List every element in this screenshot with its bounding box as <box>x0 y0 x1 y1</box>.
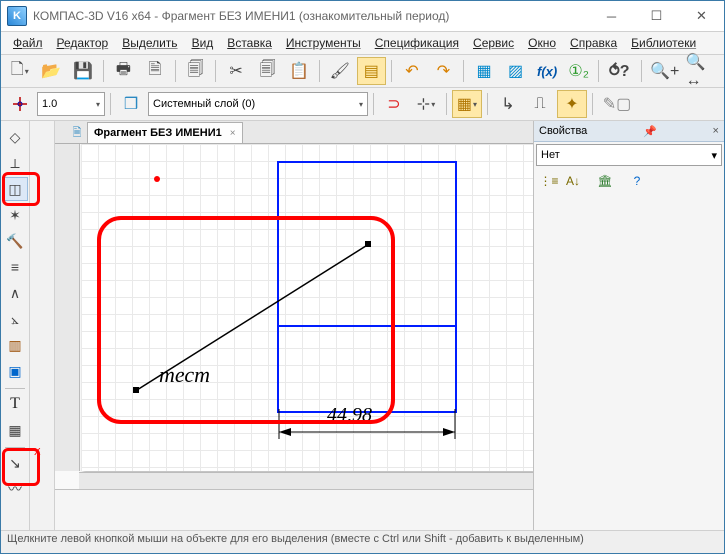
preview-button[interactable]: 🗎 <box>140 57 170 85</box>
angle-icon[interactable]: ⦛ <box>2 307 28 331</box>
command-panel[interactable] <box>55 489 533 530</box>
menu-tools[interactable]: Инструменты <box>280 34 367 52</box>
sort-icon[interactable]: A↓ <box>562 171 584 191</box>
document-tab-bar: 🗎 Фрагмент БЕЗ ИМЕНИ1 × <box>55 121 533 144</box>
fx-button[interactable]: f(x) <box>532 57 562 85</box>
magnet-button[interactable]: ⊃ <box>379 90 409 118</box>
new-button[interactable]: 🗋▾ <box>5 57 35 85</box>
layer-combo[interactable]: Системный слой (0)▾ <box>148 92 368 116</box>
window-title: КОМПАС-3D V16 x64 - Фрагмент БЕЗ ИМЕНИ1 … <box>33 9 589 23</box>
properties-selector[interactable]: Нет▾ <box>536 144 722 166</box>
copy-button[interactable]: 🗐 <box>253 57 283 85</box>
status-bar: Щелкните левой кнопкой мыши на объекте д… <box>1 530 724 553</box>
menu-insert[interactable]: Вставка <box>221 34 278 52</box>
main-area: 🗎 Фрагмент БЕЗ ИМЕНИ1 × <box>55 121 533 530</box>
calc-button[interactable]: ①₂ <box>564 57 594 85</box>
document-tab[interactable]: Фрагмент БЕЗ ИМЕНИ1 × <box>87 122 243 143</box>
open-button[interactable]: 📂 <box>37 57 67 85</box>
highlight-tool-1 <box>2 172 40 206</box>
secondary-toolbar: 1.0▾ ❒ Системный слой (0)▾ ⊃ ⊹▾ ▦▾ ↳ ⎍ ✦… <box>1 88 724 121</box>
measure-icon[interactable]: ∧ <box>2 281 28 305</box>
undo-button[interactable]: ↶ <box>397 57 427 85</box>
properties-header[interactable]: Свойства 📌 × <box>534 121 724 142</box>
menu-help[interactable]: Справка <box>564 34 623 52</box>
maximize-button[interactable]: ☐ <box>634 1 679 31</box>
vars-button[interactable]: ▨ <box>501 57 531 85</box>
properties-toggle[interactable]: ▤ <box>357 57 387 85</box>
panel-close-icon[interactable]: × <box>709 125 719 137</box>
body: ◇ ⟂ ◫ ✶ 🔨 ≡ ∧ ⦛ ▥ ▣ T ▦ ↘ 〰 🗎 <box>1 121 724 530</box>
app-icon: K <box>7 6 27 26</box>
menu-view[interactable]: Вид <box>186 34 220 52</box>
zoom-fit-button[interactable]: 🔍↔ <box>684 57 719 85</box>
app-window: K КОМПАС-3D V16 x64 - Фрагмент БЕЗ ИМЕНИ… <box>0 0 725 554</box>
joints-icon[interactable]: ✶ <box>2 203 28 227</box>
ortho-icon[interactable] <box>5 90 35 118</box>
snap-menu-button[interactable]: ⊹▾ <box>411 90 441 118</box>
edit-icon[interactable]: 🔨 <box>2 229 28 253</box>
library-icon[interactable]: 🏛 <box>594 171 616 191</box>
menu-spec[interactable]: Спецификация <box>369 34 465 52</box>
x-axis-label: X <box>34 447 41 458</box>
help-button[interactable]: ⥀? <box>604 57 634 85</box>
info-icon[interactable]: ? <box>626 171 648 191</box>
title-bar: K КОМПАС-3D V16 x64 - Фрагмент БЕЗ ИМЕНИ… <box>1 1 724 32</box>
cut-button[interactable]: ✂ <box>221 57 251 85</box>
menu-lib[interactable]: Библиотеки <box>625 34 702 52</box>
paste-button[interactable]: 📋 <box>284 57 314 85</box>
sketch-button[interactable]: ✎▢ <box>598 90 636 118</box>
round-button[interactable]: ✦ <box>557 90 587 118</box>
highlight-main <box>97 216 395 424</box>
vertical-ruler <box>55 144 80 471</box>
menu-edit[interactable]: Редактор <box>51 34 115 52</box>
properties-panel: Свойства 📌 × Нет▾ ⋮≡ A↓ 🏛 ? <box>533 121 724 530</box>
properties-title: Свойства <box>539 125 587 137</box>
ortho-mode-button[interactable]: ⎍ <box>525 90 555 118</box>
geometry-icon[interactable]: ◇ <box>2 125 28 149</box>
menu-window[interactable]: Окно <box>522 34 562 52</box>
save-button[interactable]: 💾 <box>68 57 98 85</box>
menu-file[interactable]: Файл <box>7 34 49 52</box>
horizontal-ruler <box>79 472 533 489</box>
close-button[interactable]: ✕ <box>679 1 724 31</box>
minimize-button[interactable]: ─ <box>589 1 634 31</box>
manager-button[interactable]: ▦ <box>469 57 499 85</box>
layers-icon[interactable]: ❒ <box>116 90 146 118</box>
grid-toggle[interactable]: ▦▾ <box>452 90 482 118</box>
redo-button[interactable]: ↷ <box>429 57 459 85</box>
text-icon[interactable]: T <box>2 392 28 416</box>
doc-icon: 🗎 <box>67 123 87 143</box>
cat-icon[interactable]: ⋮≡ <box>538 171 560 191</box>
zoom-in-button[interactable]: 🔍+ <box>647 57 682 85</box>
lcs-button[interactable]: ↳ <box>493 90 523 118</box>
table-icon[interactable]: ▦ <box>2 418 28 442</box>
report-icon[interactable]: ▣ <box>2 359 28 383</box>
tab-close-icon[interactable]: × <box>230 128 236 139</box>
menu-select[interactable]: Выделить <box>116 34 183 52</box>
tab-label: Фрагмент БЕЗ ИМЕНИ1 <box>94 127 222 139</box>
pin-icon[interactable]: 📌 <box>639 125 657 138</box>
preview2-button[interactable]: 🗐 <box>181 57 211 85</box>
scale-combo[interactable]: 1.0▾ <box>37 92 105 116</box>
menu-service[interactable]: Сервис <box>467 34 520 52</box>
menu-bar: Файл Редактор Выделить Вид Вставка Инстр… <box>1 32 724 55</box>
format-button[interactable]: 🖌 <box>325 57 355 85</box>
params-icon[interactable]: ≡ <box>2 255 28 279</box>
main-toolbar: 🗋▾ 📂 💾 🖶 🗎 🗐 ✂ 🗐 📋 🖌 ▤ ↶ ↷ ▦ ▨ f(x) ①₂ ⥀… <box>1 55 724 88</box>
canvas[interactable]: 44,98 тест <box>55 144 533 489</box>
properties-toolbar: ⋮≡ A↓ 🏛 ? <box>534 168 724 194</box>
spec-icon[interactable]: ▥ <box>2 333 28 357</box>
print-button[interactable]: 🖶 <box>109 57 139 85</box>
